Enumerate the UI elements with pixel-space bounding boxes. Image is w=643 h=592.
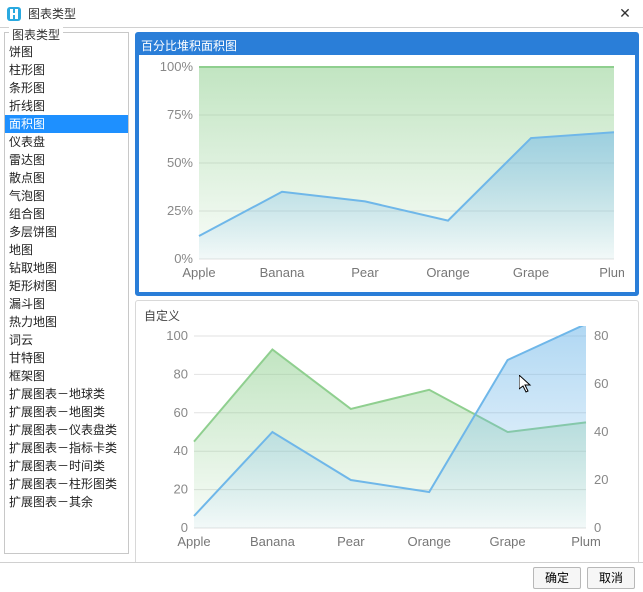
- svg-text:Grape: Grape: [513, 265, 549, 280]
- svg-text:50%: 50%: [167, 155, 193, 170]
- svg-text:80: 80: [594, 328, 608, 343]
- sidebar-item[interactable]: 扩展图表－柱形图类: [5, 475, 128, 493]
- app-logo-icon: [6, 6, 22, 22]
- svg-text:Plum: Plum: [571, 534, 601, 549]
- chart-type-sidebar: 图表类型 饼图柱形图条形图折线图面积图仪表盘雷达图散点图气泡图组合图多层饼图地图…: [4, 32, 129, 554]
- sidebar-item[interactable]: 钻取地图: [5, 259, 128, 277]
- sidebar-item[interactable]: 雷达图: [5, 151, 128, 169]
- sidebar-item[interactable]: 仪表盘: [5, 133, 128, 151]
- svg-text:Orange: Orange: [426, 265, 469, 280]
- sidebar-item[interactable]: 扩展图表－仪表盘类: [5, 421, 128, 439]
- window-title: 图表类型: [28, 5, 613, 22]
- svg-text:Grape: Grape: [490, 534, 526, 549]
- svg-text:Plum: Plum: [599, 265, 624, 280]
- svg-text:0%: 0%: [174, 251, 193, 266]
- svg-text:20: 20: [174, 482, 188, 497]
- sidebar-item[interactable]: 扩展图表－指标卡类: [5, 439, 128, 457]
- svg-text:60: 60: [174, 405, 188, 420]
- svg-text:Pear: Pear: [351, 265, 379, 280]
- content-area: 图表类型 饼图柱形图条形图折线图面积图仪表盘雷达图散点图气泡图组合图多层饼图地图…: [0, 28, 643, 558]
- sidebar-legend: 图表类型: [9, 26, 63, 43]
- sidebar-item[interactable]: 面积图: [5, 115, 128, 133]
- sidebar-item[interactable]: 扩展图表－其余: [5, 493, 128, 511]
- preview-panel: 百分比堆积面积图 0% 25% 50% 75% 100% Apple Banana Pear O…: [129, 32, 639, 554]
- svg-text:100%: 100%: [160, 59, 194, 74]
- cancel-button[interactable]: 取消: [587, 567, 635, 589]
- svg-text:20: 20: [594, 472, 608, 487]
- sidebar-item[interactable]: 散点图: [5, 169, 128, 187]
- sidebar-item[interactable]: 框架图: [5, 367, 128, 385]
- chart-preview-percent-stacked: 0% 25% 50% 75% 100% Apple Banana Pear Orange Grap…: [144, 57, 630, 287]
- chart-card-title: 自定义: [144, 307, 630, 324]
- sidebar-item[interactable]: 饼图: [5, 43, 128, 61]
- sidebar-item[interactable]: 条形图: [5, 79, 128, 97]
- svg-text:40: 40: [174, 443, 188, 458]
- sidebar-item[interactable]: 扩展图表－地球类: [5, 385, 128, 403]
- svg-text:60: 60: [594, 376, 608, 391]
- sidebar-item[interactable]: 地图: [5, 241, 128, 259]
- svg-text:0: 0: [181, 520, 188, 535]
- svg-text:Banana: Banana: [250, 534, 296, 549]
- svg-text:Banana: Banana: [260, 265, 306, 280]
- svg-text:0: 0: [594, 520, 601, 535]
- sidebar-item[interactable]: 热力地图: [5, 313, 128, 331]
- chart-card-custom[interactable]: 自定义 0 20 40 60 80 100 0 20 40 60 80 Apple Banana Pear…: [135, 300, 639, 565]
- svg-text:25%: 25%: [167, 203, 193, 218]
- sidebar-item[interactable]: 漏斗图: [5, 295, 128, 313]
- sidebar-item[interactable]: 柱形图: [5, 61, 128, 79]
- svg-text:Apple: Apple: [177, 534, 210, 549]
- close-button[interactable]: ✕: [613, 2, 637, 26]
- sidebar-item[interactable]: 气泡图: [5, 187, 128, 205]
- sidebar-item[interactable]: 矩形树图: [5, 277, 128, 295]
- svg-text:40: 40: [594, 424, 608, 439]
- sidebar-item[interactable]: 扩展图表－地图类: [5, 403, 128, 421]
- svg-text:Orange: Orange: [408, 534, 451, 549]
- chart-card-percent-stacked-area[interactable]: 百分比堆积面积图 0% 25% 50% 75% 100% Apple Banana Pear O…: [135, 32, 639, 296]
- titlebar: 图表类型 ✕: [0, 0, 643, 28]
- sidebar-item[interactable]: 词云: [5, 331, 128, 349]
- sidebar-item[interactable]: 甘特图: [5, 349, 128, 367]
- svg-text:75%: 75%: [167, 107, 193, 122]
- sidebar-item[interactable]: 组合图: [5, 205, 128, 223]
- svg-text:Apple: Apple: [182, 265, 215, 280]
- sidebar-item[interactable]: 多层饼图: [5, 223, 128, 241]
- sidebar-item[interactable]: 折线图: [5, 97, 128, 115]
- svg-text:Pear: Pear: [337, 534, 365, 549]
- sidebar-item[interactable]: 扩展图表－时间类: [5, 457, 128, 475]
- chart-preview-custom: 0 20 40 60 80 100 0 20 40 60 80 Apple Banana Pear Oran…: [144, 326, 630, 556]
- dialog-footer: 确定 取消: [0, 562, 643, 592]
- svg-text:80: 80: [174, 366, 188, 381]
- chart-card-title: 百分比堆积面积图: [139, 36, 635, 55]
- svg-text:100: 100: [166, 328, 188, 343]
- ok-button[interactable]: 确定: [533, 567, 581, 589]
